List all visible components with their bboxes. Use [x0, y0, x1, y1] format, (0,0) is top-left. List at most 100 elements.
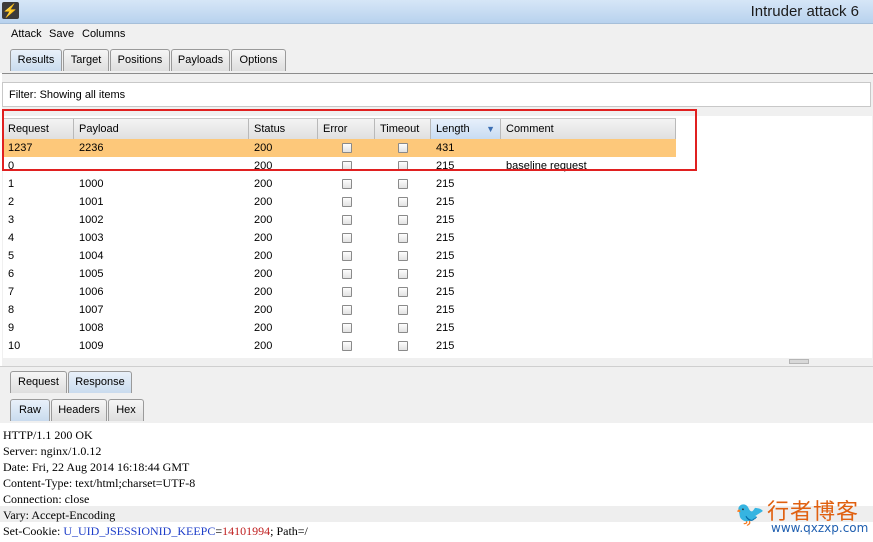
error-checkbox[interactable] [342, 197, 352, 207]
cell-length: 215 [436, 160, 455, 172]
timeout-checkbox[interactable] [398, 233, 408, 243]
cell-payload: 1008 [79, 322, 104, 334]
timeout-checkbox[interactable] [398, 341, 408, 351]
error-checkbox[interactable] [342, 179, 352, 189]
cell-status: 200 [254, 250, 273, 262]
table-row[interactable]: 9 1008 200 215 [3, 319, 676, 337]
tab-payloads[interactable]: Payloads [171, 49, 230, 71]
response-header-connection: Connection: close [3, 492, 90, 506]
timeout-checkbox[interactable] [398, 161, 408, 171]
cell-length: 431 [436, 142, 455, 154]
response-header-content-type: Content-Type: text/html;charset=UTF-8 [3, 476, 196, 490]
cell-payload: 1006 [79, 286, 104, 298]
main-tab-bar: Results Target Positions Payloads Option… [0, 45, 873, 73]
cell-payload: 1004 [79, 250, 104, 262]
tab-options[interactable]: Options [231, 49, 286, 71]
cell-length: 215 [436, 268, 455, 280]
column-header-request[interactable]: Request [3, 119, 74, 139]
table-row[interactable]: 2 1001 200 215 [3, 193, 676, 211]
timeout-checkbox[interactable] [398, 305, 408, 315]
menu-save[interactable]: Save [49, 28, 74, 40]
error-checkbox[interactable] [342, 269, 352, 279]
tab-raw[interactable]: Raw [10, 399, 50, 421]
table-header: Request Payload Status Error Timeout Len… [3, 118, 676, 140]
tab-hex[interactable]: Hex [108, 399, 144, 421]
error-checkbox[interactable] [342, 161, 352, 171]
error-checkbox[interactable] [342, 251, 352, 261]
column-header-comment[interactable]: Comment [501, 119, 676, 139]
tab-results[interactable]: Results [10, 49, 62, 71]
error-checkbox[interactable] [342, 143, 352, 153]
cell-request: 6 [8, 268, 15, 280]
response-status-line: HTTP/1.1 200 OK [3, 428, 93, 442]
tab-target[interactable]: Target [63, 49, 109, 71]
table-row[interactable]: 10 1009 200 215 [3, 337, 676, 355]
table-row[interactable]: 7 1006 200 215 [3, 283, 676, 301]
error-checkbox[interactable] [342, 287, 352, 297]
timeout-checkbox[interactable] [398, 215, 408, 225]
column-header-payload[interactable]: Payload [74, 119, 249, 139]
table-row[interactable]: 5 1004 200 215 [3, 247, 676, 265]
column-header-length[interactable]: Length ▼ [431, 119, 501, 139]
horizontal-scrollbar[interactable] [673, 358, 871, 365]
timeout-checkbox[interactable] [398, 197, 408, 207]
cell-payload: 1005 [79, 268, 104, 280]
table-row[interactable]: 1 1000 200 215 [3, 175, 676, 193]
cell-length: 215 [436, 340, 455, 352]
cell-status: 200 [254, 304, 273, 316]
cell-length: 215 [436, 232, 455, 244]
response-header-vary: Vary: Accept-Encoding [3, 508, 116, 522]
filter-bar[interactable]: Filter: Showing all items [2, 82, 871, 107]
menu-attack[interactable]: Attack [11, 28, 42, 40]
tab-response[interactable]: Response [68, 371, 132, 393]
table-row[interactable]: 8 1007 200 215 [3, 301, 676, 319]
tab-request[interactable]: Request [10, 371, 67, 393]
view-tab-bar: Raw Headers Hex [0, 393, 873, 423]
table-row[interactable]: 6 1005 200 215 [3, 265, 676, 283]
cell-status: 200 [254, 214, 273, 226]
error-checkbox[interactable] [342, 323, 352, 333]
cell-length: 215 [436, 214, 455, 226]
error-checkbox[interactable] [342, 233, 352, 243]
scrollbar-thumb[interactable] [789, 359, 809, 364]
menu-bar: Attack Save Columns [0, 24, 873, 45]
error-checkbox[interactable] [342, 305, 352, 315]
error-checkbox[interactable] [342, 341, 352, 351]
window-title: Intruder attack 6 [750, 3, 859, 20]
cell-status: 200 [254, 340, 273, 352]
timeout-checkbox[interactable] [398, 143, 408, 153]
cell-length: 215 [436, 196, 455, 208]
cell-request: 3 [8, 214, 15, 226]
timeout-checkbox[interactable] [398, 251, 408, 261]
timeout-checkbox[interactable] [398, 269, 408, 279]
cell-status: 200 [254, 178, 273, 190]
cell-length: 215 [436, 304, 455, 316]
cell-status: 200 [254, 196, 273, 208]
cell-status: 200 [254, 268, 273, 280]
table-row[interactable]: 4 1003 200 215 [3, 229, 676, 247]
sort-descending-icon: ▼ [486, 124, 495, 134]
cell-request: 1237 [8, 142, 33, 154]
cell-request: 9 [8, 322, 15, 334]
cell-payload: 2236 [79, 142, 104, 154]
timeout-checkbox[interactable] [398, 179, 408, 189]
response-header-server: Server: nginx/1.0.12 [3, 444, 102, 458]
menu-columns[interactable]: Columns [82, 28, 125, 40]
table-row[interactable]: 1237 2236 200 431 [3, 139, 676, 157]
response-header-set-cookie: Set-Cookie: U_UID_JSESSIONID_KEEPC=14101… [3, 524, 308, 538]
cell-status: 200 [254, 232, 273, 244]
tab-positions[interactable]: Positions [110, 49, 170, 71]
column-header-timeout[interactable]: Timeout [375, 119, 431, 139]
cell-request: 10 [8, 340, 21, 352]
error-checkbox[interactable] [342, 215, 352, 225]
cell-request: 5 [8, 250, 15, 262]
timeout-checkbox[interactable] [398, 287, 408, 297]
cell-payload: 1009 [79, 340, 104, 352]
table-row[interactable]: 3 1002 200 215 [3, 211, 676, 229]
table-row[interactable]: 0 200 215 baseline request [3, 157, 676, 175]
column-header-status[interactable]: Status [249, 119, 318, 139]
timeout-checkbox[interactable] [398, 323, 408, 333]
tab-headers[interactable]: Headers [51, 399, 107, 421]
cell-length: 215 [436, 286, 455, 298]
column-header-error[interactable]: Error [318, 119, 375, 139]
